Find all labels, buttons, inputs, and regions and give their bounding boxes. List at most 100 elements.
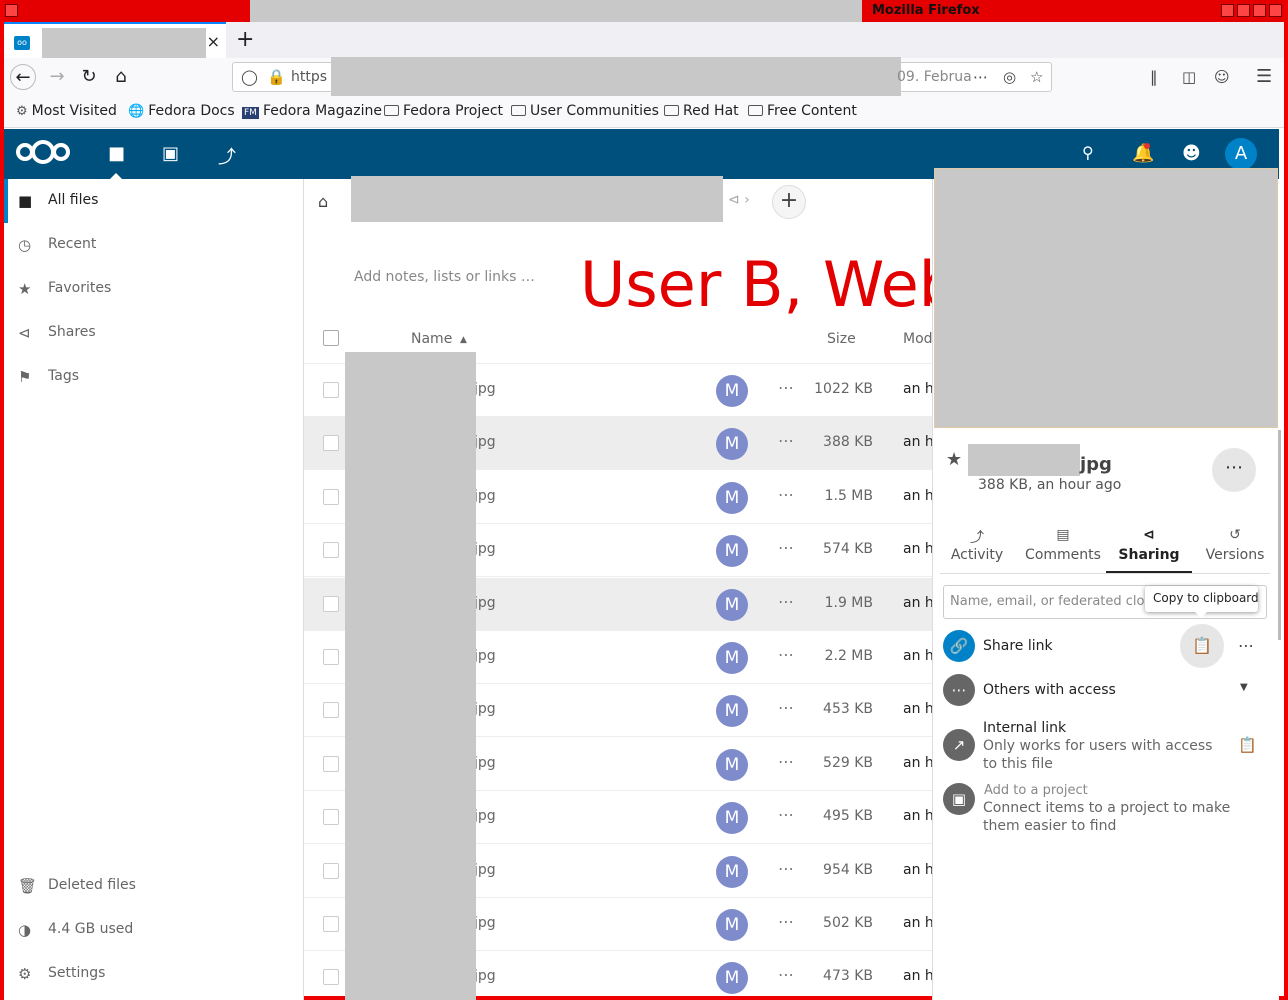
owner-avatar[interactable]: M: [716, 588, 748, 621]
owner-avatar[interactable]: M: [716, 855, 748, 888]
row-checkbox[interactable]: [323, 702, 339, 719]
file-name[interactable]: jpg: [474, 541, 496, 557]
owner-avatar[interactable]: M: [716, 802, 748, 835]
chevron-down-icon[interactable]: ▼: [1240, 682, 1248, 693]
row-checkbox[interactable]: [323, 435, 339, 452]
back-button[interactable]: ←: [10, 64, 36, 90]
sidebar-item-quota[interactable]: ◑ 4.4 GB used: [4, 908, 303, 952]
owner-avatar[interactable]: M: [716, 535, 748, 568]
url-bar[interactable]: ◯ 🔒 https 09. Februa ⋯ ◎ ☆: [232, 57, 1052, 105]
row-checkbox[interactable]: [323, 382, 339, 398]
row-actions-icon[interactable]: ⋯: [778, 859, 795, 878]
row-checkbox[interactable]: [323, 649, 339, 665]
bookmark-most-visited[interactable]: ⚙ Most Visited: [16, 103, 117, 119]
breadcrumb-share-icon[interactable]: ⊲ ›: [728, 192, 750, 208]
row-actions-icon[interactable]: ⋯: [778, 378, 795, 397]
file-name[interactable]: jpg: [474, 488, 496, 504]
new-tab-button[interactable]: +: [236, 27, 254, 52]
owner-avatar[interactable]: M: [716, 481, 748, 514]
owner-avatar[interactable]: M: [716, 695, 748, 728]
file-name[interactable]: jpg: [474, 701, 496, 717]
file-name[interactable]: jpg: [474, 648, 496, 664]
bookmark-free-content[interactable]: Free Content: [748, 103, 857, 119]
library-icon[interactable]: ‖: [1150, 68, 1158, 86]
row-actions-icon[interactable]: ⋯: [778, 431, 795, 450]
user-avatar[interactable]: A: [1225, 138, 1257, 170]
row-checkbox[interactable]: [323, 755, 339, 772]
row-actions-icon[interactable]: ⋯: [778, 752, 795, 771]
sidebar-item-all-files[interactable]: ■ All files: [4, 179, 303, 223]
copy-internal-link-icon[interactable]: 📋: [1238, 736, 1257, 754]
file-name[interactable]: jpg: [474, 968, 496, 984]
add-to-project-label[interactable]: Add to a project: [984, 782, 1088, 800]
file-name[interactable]: jpg: [474, 755, 496, 771]
page-actions-icon[interactable]: ⋯: [973, 68, 988, 86]
row-checkbox[interactable]: [323, 595, 339, 612]
sidebar-toggle-icon[interactable]: ◫: [1182, 68, 1196, 86]
row-actions-icon[interactable]: ⋯: [778, 592, 795, 611]
notes-placeholder[interactable]: Add notes, lists or links …: [354, 269, 535, 285]
row-actions-icon[interactable]: ⋯: [778, 912, 795, 931]
file-name[interactable]: jpg: [474, 862, 496, 878]
row-checkbox[interactable]: [323, 969, 339, 986]
row-actions-icon[interactable]: ⋯: [778, 645, 795, 664]
activity-app-icon[interactable]: ⤴: [218, 143, 236, 169]
owner-avatar[interactable]: M: [716, 909, 748, 941]
lock-icon[interactable]: 🔒: [267, 68, 286, 86]
shield-icon[interactable]: ◯: [241, 68, 258, 86]
owner-avatar[interactable]: M: [716, 642, 748, 674]
contacts-icon[interactable]: ☻: [1182, 143, 1201, 164]
tab-close-icon[interactable]: ×: [207, 32, 220, 51]
row-actions-icon[interactable]: ⋯: [778, 485, 795, 504]
owner-avatar[interactable]: M: [716, 375, 748, 407]
file-name[interactable]: jpg: [474, 434, 496, 450]
sidebar-item-favorites[interactable]: ★ Favorites: [4, 267, 303, 311]
row-actions-icon[interactable]: ⋯: [778, 965, 795, 984]
bookmark-star-icon[interactable]: ☆: [1030, 68, 1043, 86]
tab-sharing[interactable]: ⊲ Sharing: [1106, 527, 1192, 573]
sidebar-item-deleted-files[interactable]: 🗑 Deleted files: [4, 864, 303, 908]
copy-to-clipboard-button[interactable]: 📋: [1180, 624, 1224, 668]
select-all-checkbox[interactable]: [323, 330, 339, 346]
panel-scrollbar[interactable]: [1278, 430, 1281, 640]
nextcloud-logo[interactable]: [16, 140, 70, 165]
breadcrumb-home-icon[interactable]: ⌂: [318, 192, 328, 211]
sidebar-item-tags[interactable]: ⚑ Tags: [4, 355, 303, 399]
row-checkbox[interactable]: [323, 488, 339, 505]
search-icon[interactable]: ⚲: [1082, 143, 1094, 162]
sidebar-item-recent[interactable]: ◷ Recent: [4, 223, 303, 267]
bookmark-fedora-docs[interactable]: 🌐 Fedora Docs: [128, 103, 235, 119]
column-name[interactable]: Name: [411, 331, 452, 347]
owner-avatar[interactable]: M: [716, 428, 748, 461]
files-app-icon[interactable]: ■: [108, 143, 125, 164]
tab-versions[interactable]: ↺ Versions: [1192, 527, 1278, 573]
favorite-star-icon[interactable]: ★: [946, 449, 962, 470]
bookmark-fedora-magazine[interactable]: FM Fedora Magazine: [242, 103, 382, 119]
tab-activity[interactable]: ⤴ Activity: [934, 527, 1020, 573]
file-name[interactable]: jpg: [474, 381, 496, 397]
file-actions-button[interactable]: ⋯: [1212, 448, 1256, 492]
bookmark-red-hat[interactable]: Red Hat: [664, 103, 739, 119]
file-name[interactable]: jpg: [474, 595, 496, 611]
bookmark-fedora-project[interactable]: Fedora Project: [384, 103, 503, 119]
pocket-icon[interactable]: ◎: [1003, 68, 1016, 86]
reload-button[interactable]: ↻: [76, 64, 102, 90]
sidebar-item-settings[interactable]: ⚙ Settings: [4, 952, 303, 996]
file-name[interactable]: jpg: [474, 808, 496, 824]
row-checkbox[interactable]: [323, 862, 339, 879]
browser-tab[interactable]: oo ×: [4, 22, 226, 60]
account-icon[interactable]: ☺: [1214, 68, 1230, 86]
row-actions-icon[interactable]: ⋯: [778, 538, 795, 557]
row-actions-icon[interactable]: ⋯: [778, 698, 795, 717]
row-checkbox[interactable]: [323, 542, 339, 559]
row-actions-icon[interactable]: ⋯: [778, 805, 795, 824]
row-checkbox[interactable]: [323, 916, 339, 932]
home-button[interactable]: ⌂: [108, 64, 134, 90]
column-modified[interactable]: Mod: [903, 331, 933, 347]
share-link-menu-icon[interactable]: ⋯: [1238, 636, 1254, 655]
add-new-button[interactable]: +: [772, 185, 806, 219]
menu-icon[interactable]: ☰: [1256, 66, 1272, 87]
photos-app-icon[interactable]: ▣: [162, 143, 179, 164]
column-size[interactable]: Size: [827, 331, 856, 347]
owner-avatar[interactable]: M: [716, 962, 748, 995]
